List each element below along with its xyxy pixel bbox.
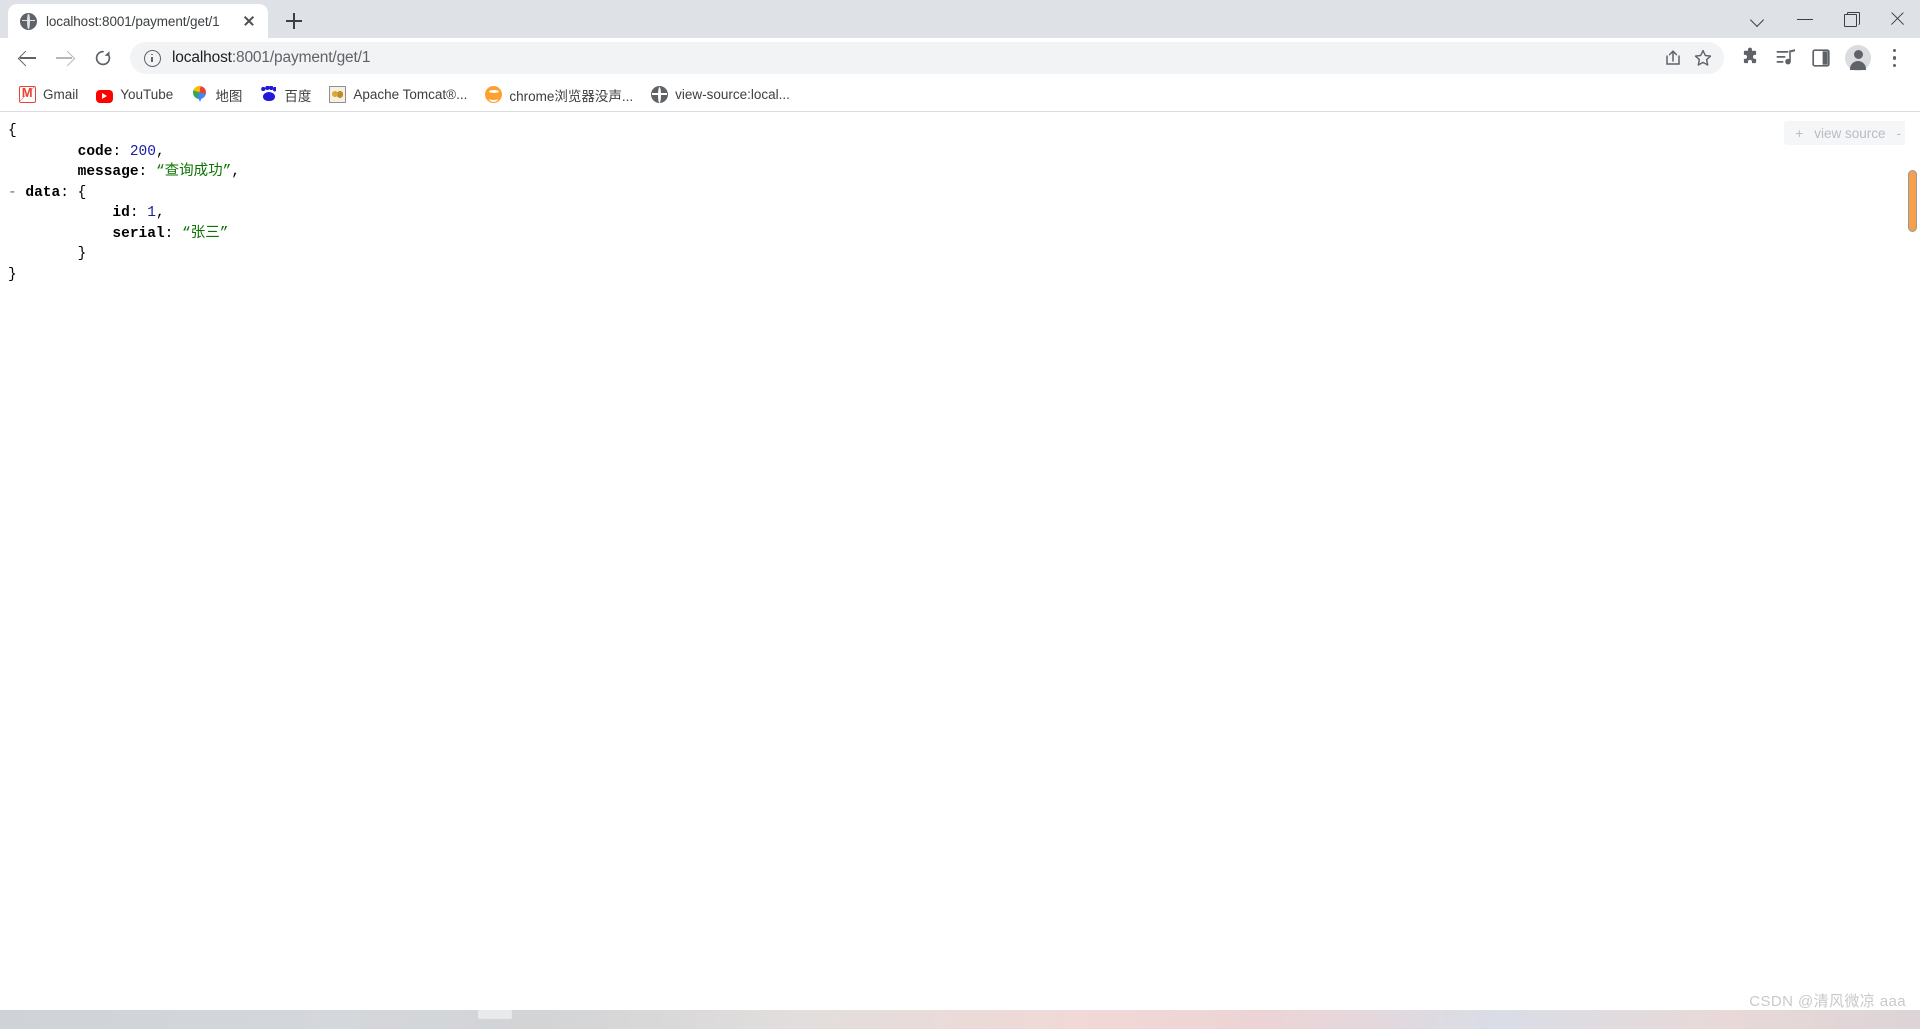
- json-value: 200: [129, 143, 156, 160]
- json-comma: ,: [155, 143, 165, 160]
- expand-all-button[interactable]: +: [1795, 126, 1803, 141]
- browser-tab[interactable]: localhost:8001/payment/get/1: [8, 4, 268, 38]
- bookmark-label: chrome浏览器没声...: [509, 88, 634, 104]
- bookmark-label: Gmail: [43, 87, 79, 102]
- avatar-icon: [1845, 45, 1871, 71]
- bookmark-maps[interactable]: 地图: [182, 82, 251, 108]
- json-value: }: [8, 266, 17, 283]
- browser-window: localhost:8001/payment/get/1 localhost:8…: [0, 0, 1920, 1029]
- json-comma: ,: [155, 205, 165, 221]
- info-circle-icon[interactable]: [144, 49, 161, 67]
- bookmark-label: 地图: [215, 88, 243, 104]
- json-colon: :: [164, 225, 183, 242]
- toolbar-actions: [1732, 40, 1912, 76]
- view-source-label[interactable]: view source: [1814, 126, 1885, 141]
- os-taskbar: [0, 1010, 1920, 1029]
- json-line: id: 1,: [8, 203, 240, 224]
- json-key: code: [77, 143, 113, 160]
- chrome-helper-icon: [485, 86, 503, 103]
- close-icon[interactable]: [240, 12, 258, 30]
- bookmarks-bar: Gmail YouTube 地图 百度 Apache Tomcat®... ch…: [0, 78, 1920, 112]
- window-controls: [1736, 0, 1920, 38]
- youtube-icon: [96, 90, 114, 103]
- omnibox-actions: [1658, 43, 1718, 73]
- json-line: }: [8, 265, 240, 286]
- json-colon: :: [129, 205, 148, 221]
- gmail-icon: [19, 84, 36, 103]
- page-content: { code: 200, message: “查询成功”, - data: { i…: [0, 113, 1920, 1000]
- bookmark-gmail[interactable]: Gmail: [10, 82, 87, 108]
- json-value: }: [77, 246, 87, 262]
- json-key: data: [25, 184, 61, 201]
- collapse-toggle[interactable]: -: [8, 185, 25, 201]
- star-icon[interactable]: [1688, 43, 1718, 73]
- json-line: }: [8, 244, 240, 265]
- three-dots-menu-icon[interactable]: [1876, 40, 1912, 76]
- tab-strip: localhost:8001/payment/get/1: [0, 0, 1920, 38]
- bookmark-chrome-helper[interactable]: chrome浏览器没声...: [476, 82, 642, 108]
- json-key: serial: [112, 225, 165, 242]
- url-host: localhost: [172, 49, 232, 66]
- json-line: code: 200,: [8, 142, 240, 163]
- tab-title: localhost:8001/payment/get/1: [46, 13, 220, 29]
- minimize-icon[interactable]: [1782, 0, 1828, 38]
- url-path: :8001/payment/get/1: [231, 49, 371, 66]
- json-line: serial: “张三”: [8, 224, 240, 245]
- json-viewer: { code: 200, message: “查询成功”, - data: { i…: [8, 121, 240, 285]
- back-arrow-icon[interactable]: [8, 39, 46, 77]
- reload-icon[interactable]: [84, 39, 122, 77]
- view-source-toggle[interactable]: + view source -: [1784, 121, 1912, 145]
- media-playlist-icon[interactable]: [1768, 40, 1804, 76]
- bookmark-baidu[interactable]: 百度: [251, 82, 320, 108]
- address-bar[interactable]: localhost:8001/payment/get/1: [130, 42, 1724, 74]
- share-icon[interactable]: [1658, 43, 1688, 73]
- json-value: {: [77, 184, 87, 201]
- bookmark-tomcat[interactable]: Apache Tomcat®...: [320, 82, 476, 108]
- json-line: - data: {: [8, 183, 240, 204]
- bookmark-label: YouTube: [120, 87, 174, 102]
- restore-icon[interactable]: [1828, 0, 1874, 38]
- puzzle-piece-icon[interactable]: [1732, 40, 1768, 76]
- json-value: 1: [147, 205, 156, 221]
- json-value: {: [8, 123, 17, 139]
- globe-icon: [651, 86, 669, 103]
- url-text: localhost:8001/payment/get/1: [172, 49, 370, 67]
- forward-arrow-icon[interactable]: [46, 39, 84, 77]
- chevron-down-icon[interactable]: [1736, 0, 1782, 38]
- google-maps-icon: [191, 86, 208, 103]
- new-tab-button[interactable]: [280, 7, 308, 35]
- json-line: message: “查询成功”,: [8, 162, 240, 183]
- bookmark-label: view-source:local...: [675, 87, 790, 102]
- json-colon: :: [112, 143, 130, 160]
- json-line: {: [8, 121, 240, 142]
- bookmark-youtube[interactable]: YouTube: [87, 82, 182, 108]
- bookmark-view-source[interactable]: view-source:local...: [642, 82, 799, 108]
- baidu-icon: [260, 86, 277, 103]
- browser-toolbar: localhost:8001/payment/get/1: [0, 38, 1920, 78]
- json-value: “查询成功”: [155, 164, 232, 180]
- scrollbar-thumb[interactable]: [1908, 170, 1917, 232]
- json-comma: ,: [231, 164, 241, 180]
- globe-icon: [20, 12, 37, 30]
- json-key: id: [112, 205, 130, 221]
- side-panel-icon[interactable]: [1804, 40, 1840, 76]
- bookmark-label: 百度: [284, 88, 312, 104]
- avatar[interactable]: [1840, 40, 1876, 76]
- collapse-all-button[interactable]: -: [1897, 126, 1902, 141]
- json-key: message: [77, 164, 139, 180]
- vertical-scrollbar[interactable]: [1905, 113, 1920, 1000]
- json-colon: :: [60, 184, 78, 201]
- tomcat-icon: [329, 86, 347, 103]
- bookmark-label: Apache Tomcat®...: [353, 87, 468, 102]
- json-colon: :: [138, 164, 156, 180]
- json-value: “张三”: [182, 225, 229, 242]
- close-icon[interactable]: [1874, 0, 1920, 38]
